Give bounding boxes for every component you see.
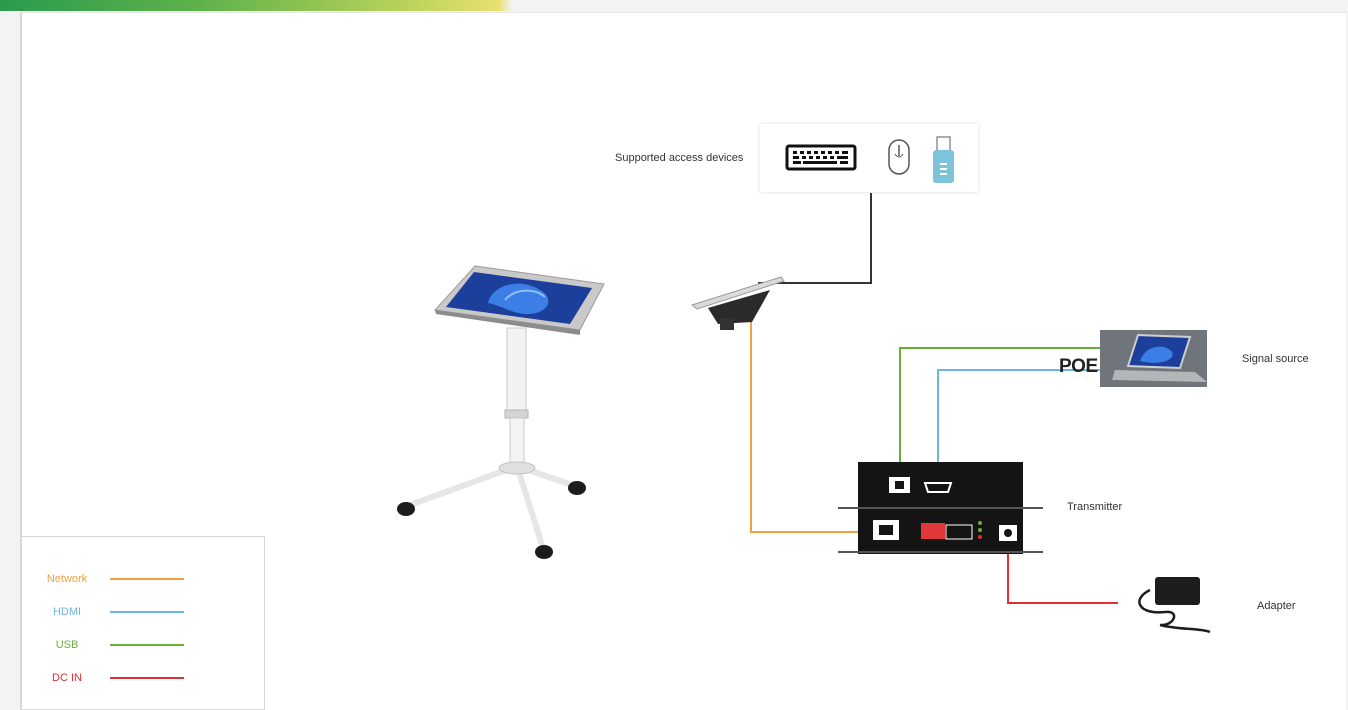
signal-source-illustration — [1100, 330, 1207, 387]
legend-network-line — [110, 578, 184, 580]
legend-network-label: Network — [46, 573, 88, 585]
mouse-icon — [888, 139, 910, 175]
legend-dcin-line — [110, 677, 184, 679]
legend-usb-label: USB — [55, 639, 79, 651]
transmitter-illustration — [838, 462, 1043, 554]
adapter-label: Adapter — [1257, 600, 1296, 612]
adapter-illustration — [1138, 577, 1211, 634]
cable-hdmi — [937, 369, 1105, 478]
poe-label: POE — [1059, 356, 1098, 377]
cable-network — [750, 300, 871, 533]
legend-hdmi-line — [110, 611, 184, 613]
usb-drive-icon — [933, 136, 954, 183]
receiver-illustration — [690, 276, 785, 330]
kiosk-stand-illustration — [397, 265, 605, 559]
legend-dcin-label: DC IN — [52, 672, 82, 684]
transmitter-label: Transmitter — [1067, 501, 1123, 513]
cable-dc-in — [1007, 552, 1118, 604]
keyboard-icon — [785, 144, 857, 171]
cable-access-to-receiver — [758, 193, 872, 284]
signal-source-label: Signal source — [1242, 353, 1309, 365]
legend-usb-line — [110, 644, 184, 646]
legend-hdmi-label: HDMI — [52, 606, 82, 618]
